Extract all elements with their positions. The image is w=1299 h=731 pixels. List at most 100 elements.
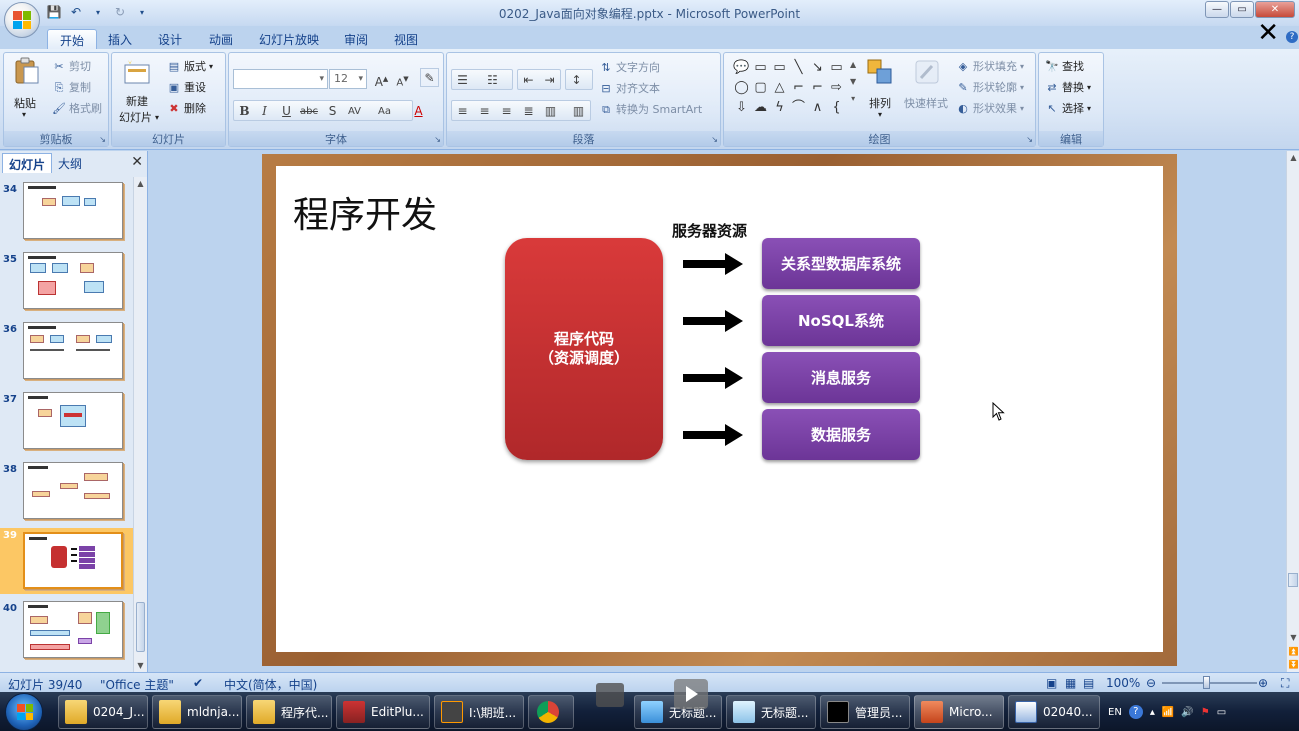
font-color-icon[interactable]: A [409, 101, 428, 120]
server-resources-label[interactable]: 服务器资源 [672, 220, 747, 241]
right-arrow-1-icon[interactable] [683, 253, 743, 275]
replace-button[interactable]: 替换 [1062, 79, 1084, 95]
font-size-combo[interactable]: 12 [329, 69, 367, 89]
shape-outline-button[interactable]: 形状轮廓 [973, 79, 1017, 95]
fit-to-window-icon[interactable]: ⛶ [1281, 676, 1289, 691]
new-slide-label-2[interactable]: 幻灯片 [119, 109, 152, 125]
slide-title[interactable]: 程序开发 [293, 186, 437, 238]
shape-effects-button[interactable]: 形状效果 [973, 100, 1017, 116]
reset-button[interactable]: 重设 [184, 79, 206, 95]
spell-check-icon[interactable]: ✔ [193, 676, 203, 690]
arrange-icon[interactable] [865, 57, 895, 87]
screen-record-icon[interactable] [596, 683, 624, 707]
columns-icon[interactable]: ▥ [569, 101, 588, 120]
tab-slideshow[interactable]: 幻灯片放映 [247, 29, 331, 49]
rounded-rect-shape-icon[interactable]: ▢ [751, 78, 770, 98]
arrange-button[interactable]: 排列 [869, 95, 891, 111]
underline-icon[interactable]: U [277, 101, 296, 120]
help-tray-icon[interactable]: ? [1128, 705, 1143, 719]
cut-button[interactable]: 剪切 [69, 58, 91, 74]
arrange-dropdown-icon[interactable]: ▾ [878, 110, 882, 119]
close-overlay-icon[interactable]: ✕ [1257, 18, 1279, 48]
zoom-level[interactable]: 100% [1106, 676, 1140, 690]
tab-outline-pane[interactable]: 大纲 [52, 153, 88, 173]
service-box-messaging[interactable]: 消息服务 [762, 352, 920, 403]
action-center-icon[interactable]: ⚑ [1201, 707, 1210, 718]
service-box-data[interactable]: 数据服务 [762, 409, 920, 460]
brace-shape-icon[interactable]: { [827, 98, 846, 118]
delete-slide-button[interactable]: 删除 [184, 100, 206, 116]
slide-thumb-39[interactable]: 39 [0, 528, 133, 594]
network-icon[interactable]: 📶 [1162, 707, 1174, 718]
drawing-launcher-icon[interactable]: ↘ [1026, 135, 1033, 144]
clear-format-icon[interactable]: ✎ [420, 68, 439, 87]
select-button[interactable]: 选择 [1062, 100, 1084, 116]
help-icon[interactable]: ? [1286, 31, 1298, 43]
office-button[interactable] [4, 2, 40, 38]
minimize-button[interactable]: — [1205, 1, 1229, 18]
distribute-icon[interactable]: ▥ [541, 101, 560, 120]
tab-insert[interactable]: 插入 [96, 29, 144, 49]
bullets-icon[interactable]: ☰ [453, 70, 472, 89]
clipboard-launcher-icon[interactable]: ↘ [99, 135, 106, 144]
taskbar-item-folder-code[interactable]: 程序代... [246, 695, 332, 729]
elbow-shape-icon[interactable]: ⌐ [789, 78, 808, 98]
freeform-shape-icon[interactable]: ∧ [808, 98, 827, 118]
tab-slides-pane[interactable]: 幻灯片 [2, 153, 53, 173]
down-arrow-shape-icon[interactable]: ⇩ [732, 98, 751, 118]
scroll-down-icon[interactable]: ▼ [134, 661, 147, 670]
textbox-v-shape-icon[interactable]: ▭ [770, 58, 789, 78]
strikethrough-icon[interactable]: abc [299, 101, 318, 120]
numbering-icon[interactable]: ☷ [483, 70, 502, 89]
start-button[interactable] [5, 693, 43, 731]
quick-styles-icon[interactable] [912, 57, 942, 87]
right-arrow-4-icon[interactable] [683, 424, 743, 446]
layout-button[interactable]: 版式 [184, 58, 206, 74]
slide-canvas[interactable]: 程序开发 服务器资源 程序代码 （资源调度） 关系型数据库系统 NoSQL系统 … [276, 166, 1163, 652]
slide-thumb-35[interactable]: 35 [0, 252, 133, 316]
slideshow-view-icon[interactable]: ▤ [1083, 676, 1094, 690]
align-right-icon[interactable]: ≡ [497, 101, 516, 120]
find-button[interactable]: 查找 [1062, 58, 1084, 74]
align-center-icon[interactable]: ≡ [475, 101, 494, 120]
callout-shape-icon[interactable]: 💬 [732, 58, 751, 78]
paragraph-launcher-icon[interactable]: ↘ [711, 135, 718, 144]
slide-thumb-38[interactable]: 38 [0, 462, 133, 526]
zoom-slider-knob[interactable] [1203, 676, 1210, 689]
line-spacing-icon[interactable]: ↕ [567, 70, 586, 89]
paste-dropdown-icon[interactable]: ▾ [22, 110, 26, 119]
tray-expand-icon[interactable]: ▴ [1150, 707, 1155, 718]
slide-scroll-up-icon[interactable]: ▲ [1287, 153, 1299, 162]
smartart-button[interactable]: 转换为 SmartArt [616, 101, 702, 117]
shapes-gallery[interactable]: 💬 ▭ ▭ ╲ ↘ ▭ ◯ ▢ △ ⌐ ⌐ ⇨ ⇩ ☁ ϟ ⌒ ∧{ [732, 58, 847, 118]
align-text-button[interactable]: 对齐文本 [616, 80, 660, 96]
tab-animations[interactable]: 动画 [197, 29, 245, 49]
slide-thumb-34[interactable]: 34 [0, 182, 133, 246]
format-painter-button[interactable]: 格式刷 [69, 100, 102, 116]
taskbar-item-editplus[interactable]: EditPlu... [336, 695, 430, 729]
right-arrow-2-icon[interactable] [683, 310, 743, 332]
normal-view-icon[interactable]: ▣ [1046, 676, 1057, 690]
taskbar-item-folder-mldn[interactable]: mldnja... [152, 695, 242, 729]
align-left-icon[interactable]: ≡ [453, 101, 472, 120]
input-language[interactable]: EN [1108, 707, 1122, 718]
language-indicator[interactable]: 中文(简体，中国) [224, 676, 317, 693]
next-slide-icon[interactable]: ⏬ [1287, 660, 1299, 669]
shapes-scroll[interactable]: ▲ ▼ ▾ [850, 60, 856, 103]
slide-thumb-37[interactable]: 37 [0, 392, 133, 456]
copy-button[interactable]: 复制 [69, 79, 91, 95]
taskbar-item-notepad[interactable]: 无标题... [726, 695, 816, 729]
tab-view[interactable]: 视图 [382, 29, 430, 49]
change-case-icon[interactable]: Aa [375, 101, 394, 120]
oval-shape-icon[interactable]: ◯ [732, 78, 751, 98]
tab-design[interactable]: 设计 [146, 29, 194, 49]
right-arrow-3-icon[interactable] [683, 367, 743, 389]
shadow-icon[interactable]: S [323, 101, 342, 120]
new-slide-icon[interactable] [122, 57, 152, 87]
service-box-nosql[interactable]: NoSQL系统 [762, 295, 920, 346]
lightning-shape-icon[interactable]: ϟ [770, 98, 789, 118]
italic-icon[interactable]: I [255, 101, 274, 120]
tab-home[interactable]: 开始 [47, 29, 98, 49]
slide-scroll-down-icon[interactable]: ▼ [1287, 633, 1299, 642]
thumbnails-scroll-thumb[interactable] [136, 602, 145, 652]
